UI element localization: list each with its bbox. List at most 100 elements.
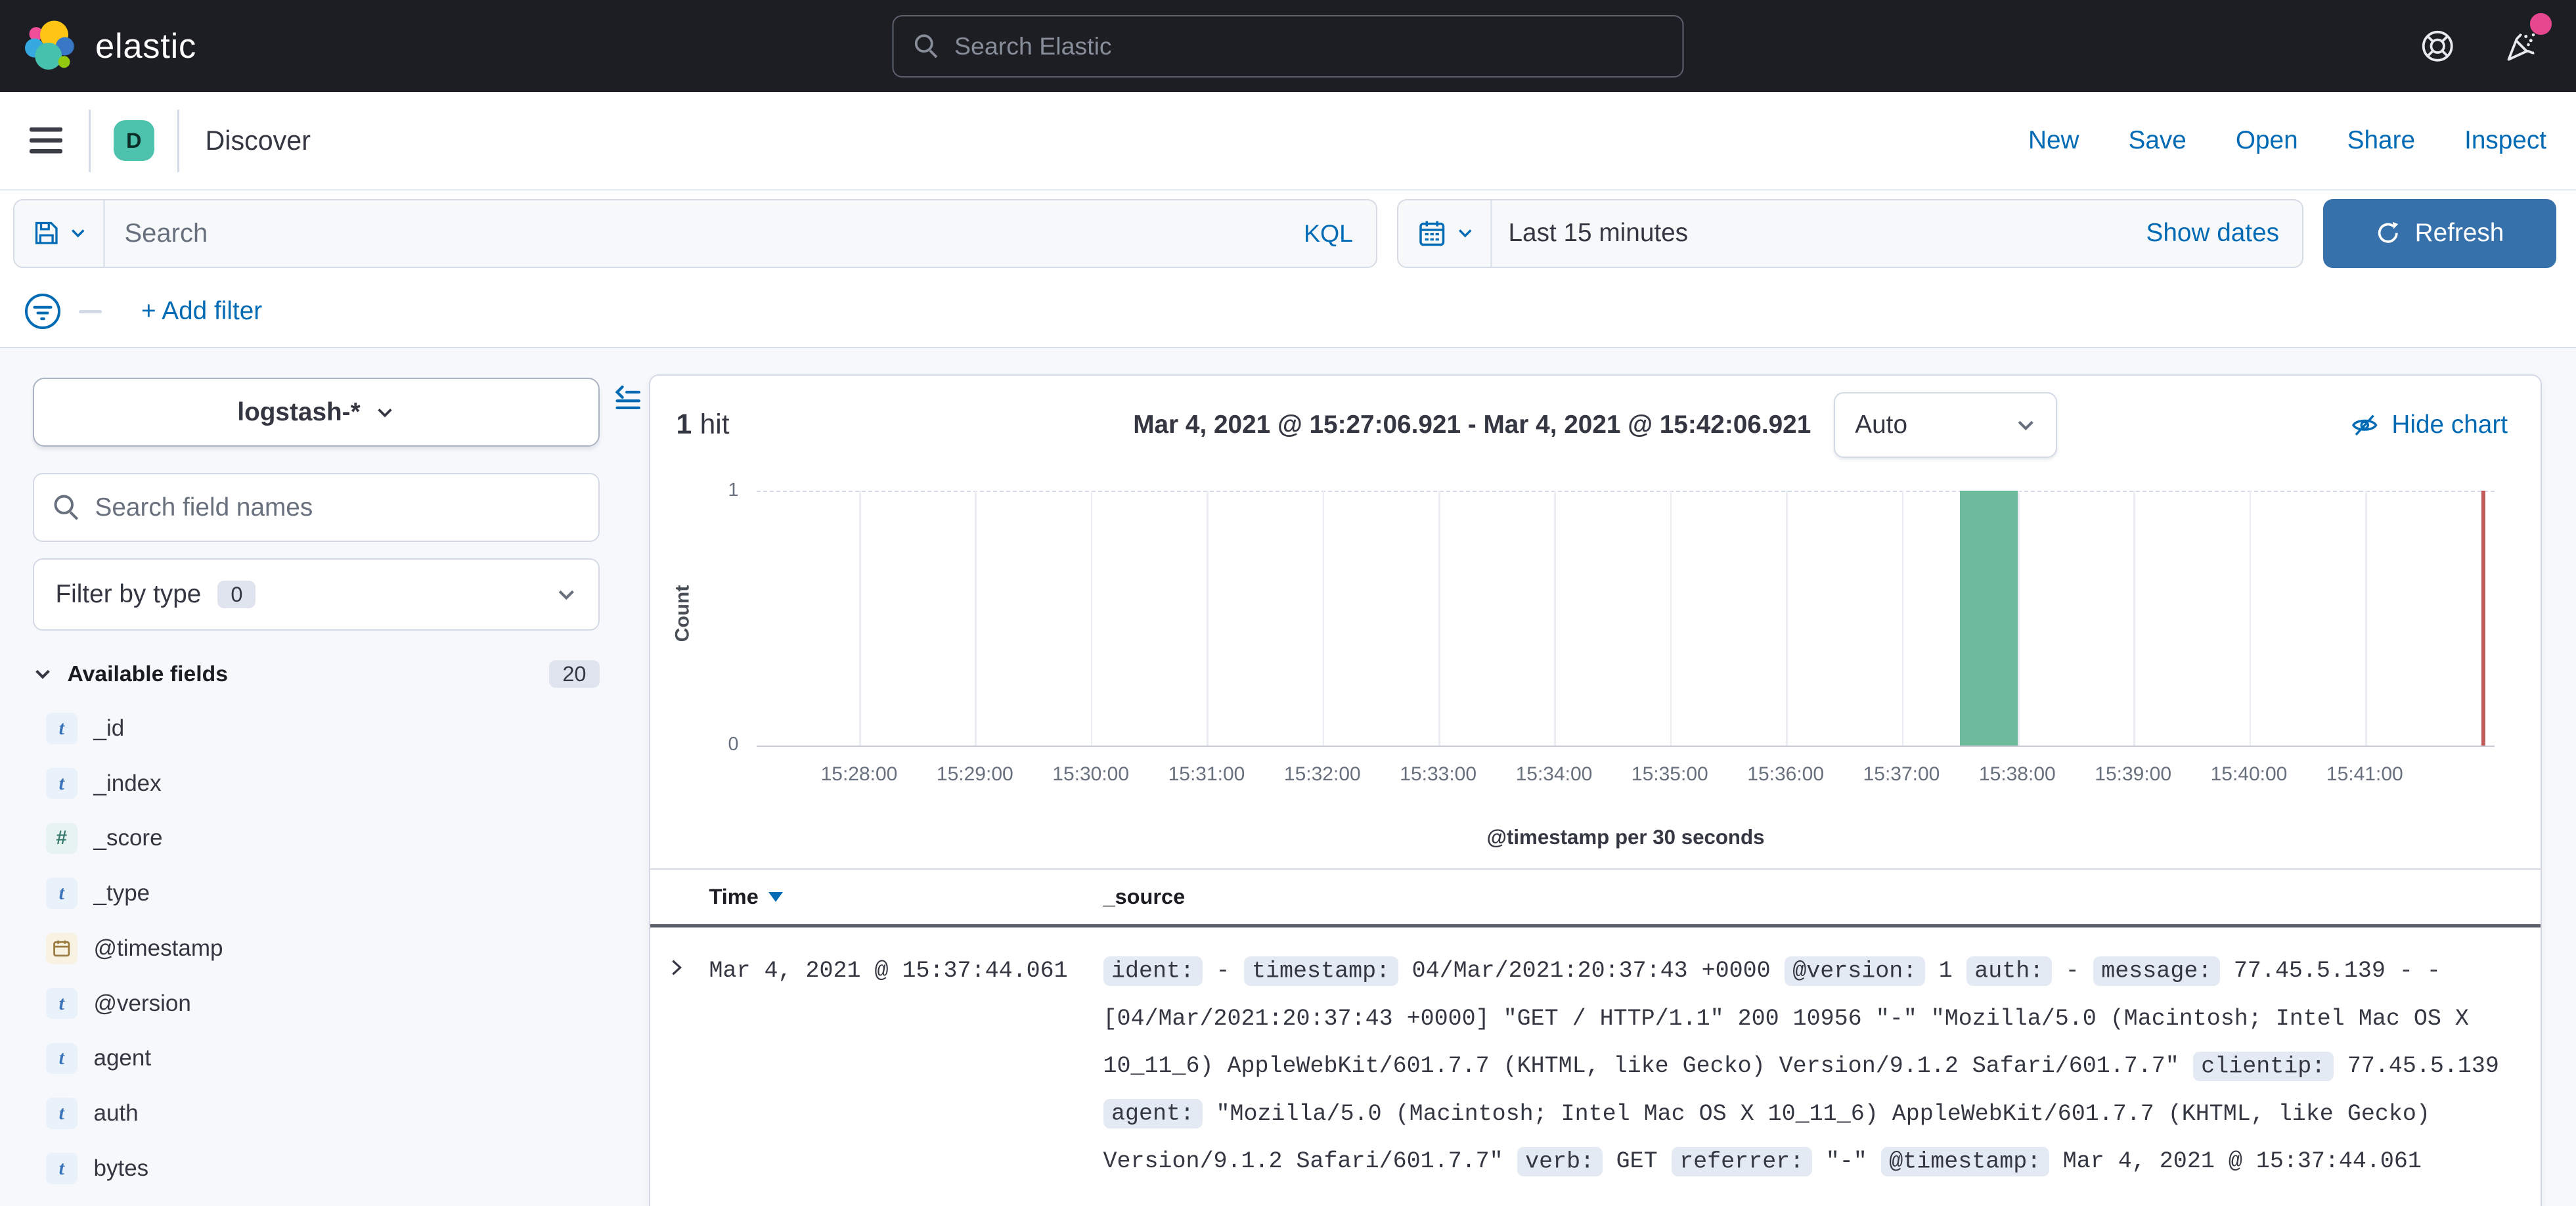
string-field-type-icon: t: [46, 878, 78, 909]
field-item-_id[interactable]: t_id: [33, 701, 649, 756]
help-button[interactable]: [2420, 29, 2455, 64]
string-field-type-icon: t: [46, 713, 78, 744]
hide-chart-button[interactable]: Hide chart: [2351, 411, 2508, 439]
interval-select[interactable]: Auto: [1834, 392, 2057, 458]
collapse-sidebar-button[interactable]: [613, 384, 641, 413]
query-input-box: KQL: [13, 199, 1377, 268]
field-name: _score: [94, 825, 163, 851]
space-avatar[interactable]: D: [114, 120, 155, 162]
field-name: bytes: [94, 1155, 149, 1182]
refresh-icon: [2376, 221, 2401, 246]
sort-descending-icon: [768, 892, 783, 902]
nav-actions: New Save Open Share Inspect: [2028, 126, 2546, 155]
brand-name: elastic: [95, 26, 196, 66]
x-axis-tick: 15:39:00: [2095, 763, 2171, 786]
chevron-down-icon: [2015, 414, 2037, 436]
calendar-button[interactable]: [1398, 200, 1490, 267]
time-column-header[interactable]: Time: [709, 885, 1103, 909]
field-name: @version: [94, 991, 191, 1017]
nav-link-open[interactable]: Open: [2236, 126, 2298, 155]
string-field-type-icon: t: [46, 768, 78, 799]
search-icon: [53, 493, 81, 522]
field-item-@timestamp[interactable]: @timestamp: [33, 921, 649, 976]
x-axis-tick: 15:29:00: [937, 763, 1013, 786]
index-pattern-label: logstash-*: [237, 398, 360, 427]
filter-menu-button[interactable]: [23, 292, 62, 331]
nav-link-save[interactable]: Save: [2129, 126, 2187, 155]
histogram-bar[interactable]: [1960, 491, 2018, 746]
field-badge-clientip: clientip:: [2193, 1052, 2334, 1081]
source-cell: ident: - timestamp: 04/Mar/2021:20:37:43…: [1103, 947, 2541, 1186]
field-item-_type[interactable]: t _type: [33, 866, 649, 921]
interval-value: Auto: [1855, 411, 1907, 439]
field-name: agent: [94, 1045, 152, 1071]
time-range-button[interactable]: Last 15 minutes: [1492, 219, 1689, 248]
available-fields-accordion[interactable]: Available fields 20: [33, 660, 600, 688]
query-language-button[interactable]: KQL: [1281, 219, 1376, 248]
nav-link-new[interactable]: New: [2028, 126, 2079, 155]
refresh-button[interactable]: Refresh: [2323, 199, 2556, 268]
newsfeed-button[interactable]: [2504, 28, 2540, 64]
notification-dot: [2530, 13, 2552, 35]
nav-link-share[interactable]: Share: [2347, 126, 2415, 155]
table-header: Time _source: [650, 868, 2541, 927]
field-name: _index: [94, 770, 162, 797]
string-field-type-icon: t: [46, 1098, 78, 1129]
field-item-agent[interactable]: tagent: [33, 1031, 649, 1086]
lifebuoy-icon: [2420, 29, 2455, 64]
gridline: [859, 491, 861, 746]
field-item-_score[interactable]: #_score: [33, 811, 649, 866]
available-fields-label: Available fields: [68, 661, 228, 687]
menu-button[interactable]: [26, 121, 66, 160]
field-item-auth[interactable]: tauth: [33, 1086, 649, 1141]
show-dates-button[interactable]: Show dates: [2146, 219, 2303, 248]
search-icon: [914, 33, 940, 59]
saved-query-button[interactable]: [14, 200, 103, 267]
gridline-top: [757, 491, 2495, 492]
hamburger-icon: [30, 127, 62, 154]
hide-chart-label: Hide chart: [2391, 411, 2508, 439]
global-search[interactable]: [893, 15, 1684, 78]
global-search-input[interactable]: [954, 32, 1663, 60]
y-tick-min: 0: [709, 734, 739, 755]
filter-by-type-button[interactable]: Filter by type 0: [33, 558, 600, 631]
field-name: _type: [94, 880, 150, 906]
string-field-type-icon: t: [46, 1153, 78, 1184]
chevron-down-icon: [1456, 224, 1475, 242]
field-search[interactable]: [33, 473, 600, 542]
chevron-down-icon: [556, 584, 577, 606]
available-fields-count-badge: 20: [549, 660, 599, 688]
chevron-down-icon: [69, 224, 87, 242]
index-pattern-selector[interactable]: logstash-*: [33, 378, 600, 447]
field-badge-message: message:: [2093, 956, 2220, 986]
x-axis-tick: 15:38:00: [1979, 763, 2056, 786]
hits-label: hit: [700, 409, 730, 440]
field-item-_index[interactable]: t _index: [33, 756, 649, 811]
gridline: [975, 491, 977, 746]
filter-icon: [23, 292, 62, 331]
field-item-bytes[interactable]: tbytes: [33, 1141, 649, 1196]
field-item-@version[interactable]: t @version: [33, 976, 649, 1031]
expand-row-button[interactable]: [667, 947, 709, 980]
x-axis-tick: 15:30:00: [1052, 763, 1129, 786]
field-badge-auth: auth:: [1966, 956, 2052, 986]
elastic-logo[interactable]: elastic: [23, 18, 196, 74]
field-badge-referrer: referrer:: [1672, 1147, 1812, 1176]
field-list: t_idt_index#_scoret_type@timestampt@vers…: [33, 701, 649, 1196]
field-search-input[interactable]: [95, 493, 581, 522]
eye-closed-icon: [2351, 411, 2379, 439]
nav-link-inspect[interactable]: Inspect: [2464, 126, 2546, 155]
search-input[interactable]: [105, 219, 1281, 248]
string-field-type-icon: t: [46, 988, 78, 1019]
chart-header: Mar 4, 2021 @ 15:27:06.921 - Mar 4, 2021…: [1133, 392, 2057, 458]
kibana-app: elastic: [0, 0, 2576, 1206]
x-axis-tick: 15:35:00: [1632, 763, 1708, 786]
add-filter-button[interactable]: + Add filter: [141, 297, 262, 326]
date-picker: Last 15 minutes Show dates: [1397, 199, 2303, 268]
chevron-down-icon: [375, 403, 395, 422]
gridline: [1902, 491, 1904, 746]
field-badge-@version: @version:: [1785, 956, 1925, 986]
chevron-right-icon: [667, 958, 686, 977]
x-axis-tick: 15:32:00: [1284, 763, 1361, 786]
table-row[interactable]: Mar 4, 2021 @ 15:37:44.061 ident: - time…: [650, 927, 2541, 1186]
